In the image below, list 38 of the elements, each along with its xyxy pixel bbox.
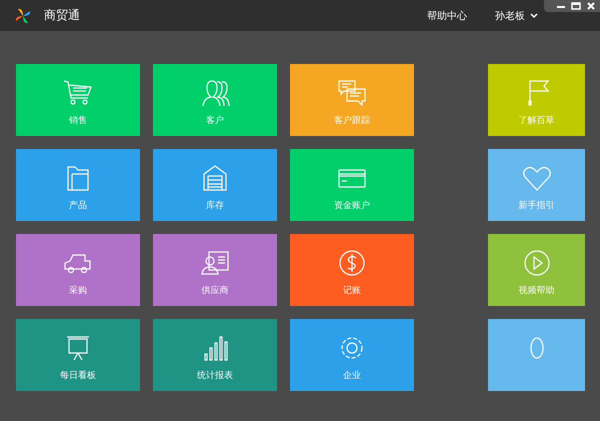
- app-title: 商贸通: [44, 7, 80, 24]
- help-tile[interactable]: 视频帮助: [488, 234, 585, 306]
- tile-label: 了解百草: [518, 114, 554, 127]
- module-tile[interactable]: 统计报表: [153, 319, 277, 391]
- tile-label: 供应商: [202, 284, 228, 297]
- help-center-link[interactable]: 帮助中心: [427, 8, 467, 22]
- tile-label: 视频帮助: [518, 284, 554, 297]
- module-tile[interactable]: 每日看板: [16, 319, 140, 391]
- tile-label: 统计报表: [197, 370, 233, 382]
- module-tile[interactable]: 供应商: [153, 234, 277, 306]
- module-tile[interactable]: 客户跟踪: [290, 64, 414, 136]
- tile-label: 销售: [69, 114, 87, 127]
- module-tile[interactable]: 采购: [16, 234, 140, 306]
- tile-label: 采购: [69, 284, 87, 297]
- tile-label: 产品: [69, 200, 87, 212]
- tile-label: 企业: [343, 370, 361, 382]
- pinwheel-logo-icon: [15, 8, 31, 24]
- tile-label: 新手指引: [518, 200, 554, 212]
- module-tile[interactable]: 资金账户: [290, 149, 414, 221]
- help-tile[interactable]: 新手指引: [488, 149, 585, 221]
- module-tile[interactable]: 企业: [290, 319, 414, 391]
- tile-label: 资金账户: [334, 200, 370, 212]
- module-tile[interactable]: 记账: [290, 234, 414, 306]
- tile-label: 每日看板: [60, 370, 96, 382]
- close-icon[interactable]: [586, 1, 596, 11]
- module-tile[interactable]: 销售: [16, 64, 140, 136]
- tile-label: 客户跟踪: [334, 114, 370, 127]
- maximize-icon[interactable]: [571, 1, 581, 11]
- module-tile[interactable]: 库存: [153, 149, 277, 221]
- caret-icon: [530, 12, 538, 18]
- tile-label: 库存: [206, 200, 224, 212]
- help-tile[interactable]: 了解百草: [488, 64, 585, 136]
- help-tile[interactable]: [488, 319, 585, 391]
- user-menu[interactable]: 孙老板: [495, 8, 538, 22]
- tile-label: 记账: [343, 284, 361, 297]
- module-tile[interactable]: 客户: [153, 64, 277, 136]
- tile-label: 客户: [206, 114, 224, 127]
- module-tile[interactable]: 产品: [16, 149, 140, 221]
